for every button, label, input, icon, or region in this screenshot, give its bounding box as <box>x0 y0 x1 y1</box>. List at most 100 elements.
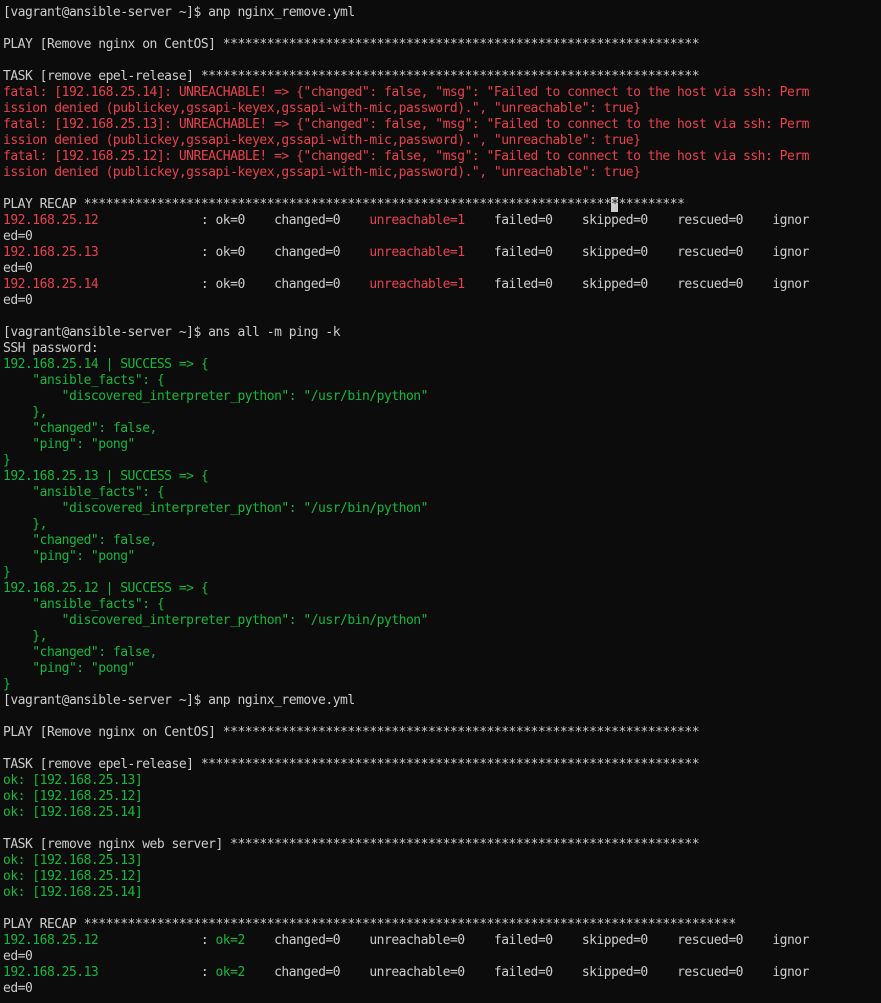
terminal-line: ed=0 <box>0 293 881 309</box>
terminal-text: ok: [192.168.25.14] <box>3 805 143 820</box>
terminal-line: ed=0 <box>0 981 881 997</box>
terminal-text: }, <box>3 517 47 532</box>
terminal-line: 192.168.25.12 : ok=0 changed=0 unreachab… <box>0 213 881 229</box>
terminal-line: "discovered_interpreter_python": "/usr/b… <box>0 501 881 517</box>
terminal-text: failed=0 skipped=0 rescued=0 ignor <box>464 277 810 292</box>
terminal-text: "discovered_interpreter_python": "/usr/b… <box>3 501 429 516</box>
terminal-text: PLAY [Remove nginx on CentOS] **********… <box>3 37 700 52</box>
terminal-text: unreachable=1 <box>369 213 465 228</box>
terminal-line: }, <box>0 629 881 645</box>
terminal-text: : <box>98 933 216 948</box>
terminal-text: TASK [remove nginx web server] *********… <box>3 837 700 852</box>
terminal-output[interactable]: [vagrant@ansible-server ~]$ anp nginx_re… <box>0 0 881 1003</box>
terminal-text: [vagrant@ansible-server ~]$ ans all -m p… <box>3 325 341 340</box>
terminal-line: 192.168.25.13 | SUCCESS => { <box>0 469 881 485</box>
terminal-text: fatal: [192.168.25.13]: UNREACHABLE! => … <box>3 117 809 132</box>
terminal-line: TASK [remove epel-release] *************… <box>0 69 881 85</box>
terminal-text: "changed": false, <box>3 645 157 660</box>
terminal-text: PLAY RECAP *****************************… <box>3 197 612 212</box>
terminal-text: ok: [192.168.25.13] <box>3 853 143 868</box>
terminal-line: ok: [192.168.25.14] <box>0 805 881 821</box>
terminal-text: "ping": "pong" <box>3 549 135 564</box>
terminal-line: fatal: [192.168.25.13]: UNREACHABLE! => … <box>0 117 881 133</box>
terminal-line: 192.168.25.14 : ok=0 changed=0 unreachab… <box>0 277 881 293</box>
terminal-text: ed=0 <box>3 949 33 964</box>
terminal-text: 192.168.25.14 | SUCCESS => { <box>3 357 209 372</box>
terminal-line: 192.168.25.12 : ok=2 changed=0 unreachab… <box>0 933 881 949</box>
terminal-text: 192.168.25.13 <box>3 245 99 260</box>
terminal-text: } <box>3 677 11 692</box>
terminal-line: "ansible_facts": { <box>0 373 881 389</box>
terminal-line: ok: [192.168.25.12] <box>0 869 881 885</box>
terminal-text: changed=0 unreachable=0 failed=0 skipped… <box>244 965 809 980</box>
terminal-line: "discovered_interpreter_python": "/usr/b… <box>0 613 881 629</box>
terminal-text: ed=0 <box>3 293 33 308</box>
terminal-line: fatal: [192.168.25.14]: UNREACHABLE! => … <box>0 85 881 101</box>
terminal-text: "ansible_facts": { <box>3 485 165 500</box>
terminal-text: ission denied (publickey,gssapi-keyex,gs… <box>3 165 641 180</box>
terminal-text: "ansible_facts": { <box>3 373 165 388</box>
terminal-text: unreachable=1 <box>369 277 465 292</box>
terminal-text: PLAY RECAP *****************************… <box>3 917 736 932</box>
terminal-line: ission denied (publickey,gssapi-keyex,gs… <box>0 165 881 181</box>
terminal-text: : ok=0 changed=0 <box>98 277 370 292</box>
terminal-line: }, <box>0 405 881 421</box>
terminal-line: "ansible_facts": { <box>0 485 881 501</box>
terminal-text: 192.168.25.13 <box>3 965 99 980</box>
terminal-line: ok: [192.168.25.14] <box>0 885 881 901</box>
terminal-text: : <box>98 965 216 980</box>
terminal-text: }, <box>3 629 47 644</box>
terminal-line: TASK [remove nginx web server] *********… <box>0 837 881 853</box>
terminal-line: ed=0 <box>0 949 881 965</box>
terminal-text: fatal: [192.168.25.12]: UNREACHABLE! => … <box>3 149 809 164</box>
terminal-line: "discovered_interpreter_python": "/usr/b… <box>0 389 881 405</box>
terminal-line: "changed": false, <box>0 645 881 661</box>
terminal-line: [vagrant@ansible-server ~]$ anp nginx_re… <box>0 693 881 709</box>
terminal-text: ok=2 <box>215 933 245 948</box>
terminal-line: } <box>0 453 881 469</box>
terminal-text: 192.168.25.12 <box>3 933 99 948</box>
terminal-text: : ok=0 changed=0 <box>98 213 370 228</box>
terminal-line: "ansible_facts": { <box>0 597 881 613</box>
terminal-text: unreachable=1 <box>369 245 465 260</box>
terminal-text: 192.168.25.14 <box>3 277 99 292</box>
terminal-text: ed=0 <box>3 261 33 276</box>
terminal-line: "changed": false, <box>0 421 881 437</box>
terminal-line: ission denied (publickey,gssapi-keyex,gs… <box>0 101 881 117</box>
terminal-text: [vagrant@ansible-server ~]$ anp nginx_re… <box>3 5 355 20</box>
terminal-text: "changed": false, <box>3 421 157 436</box>
terminal-text: } <box>3 565 11 580</box>
terminal-line: ed=0 <box>0 229 881 245</box>
terminal-text: ed=0 <box>3 981 33 996</box>
terminal-line: [vagrant@ansible-server ~]$ ans all -m p… <box>0 325 881 341</box>
terminal-text: "discovered_interpreter_python": "/usr/b… <box>3 389 429 404</box>
terminal-line: [vagrant@ansible-server ~]$ anp nginx_re… <box>0 5 881 21</box>
terminal-line: PLAY [Remove nginx on CentOS] **********… <box>0 725 881 741</box>
terminal-text: fatal: [192.168.25.14]: UNREACHABLE! => … <box>3 85 809 100</box>
terminal-text: changed=0 unreachable=0 failed=0 skipped… <box>244 933 809 948</box>
terminal-line: ok: [192.168.25.13] <box>0 773 881 789</box>
terminal-text: ission denied (publickey,gssapi-keyex,gs… <box>3 101 641 116</box>
terminal-line: ed=0 <box>0 261 881 277</box>
terminal-line: SSH password: <box>0 341 881 357</box>
terminal-line: 192.168.25.12 | SUCCESS => { <box>0 581 881 597</box>
terminal-text: } <box>3 453 11 468</box>
terminal-line: } <box>0 565 881 581</box>
terminal-line: "ping": "pong" <box>0 661 881 677</box>
terminal-text: SSH password: <box>3 341 99 356</box>
terminal-line: fatal: [192.168.25.12]: UNREACHABLE! => … <box>0 149 881 165</box>
terminal-line: 192.168.25.13 : ok=2 changed=0 unreachab… <box>0 965 881 981</box>
terminal-text: "ping": "pong" <box>3 661 135 676</box>
terminal-text: 192.168.25.12 | SUCCESS => { <box>3 581 209 596</box>
terminal-line: ok: [192.168.25.13] <box>0 853 881 869</box>
terminal-line: PLAY [Remove nginx on CentOS] **********… <box>0 37 881 53</box>
terminal-line: "changed": false, <box>0 533 881 549</box>
terminal-text: ok: [192.168.25.14] <box>3 885 143 900</box>
terminal-text: ok=2 <box>215 965 245 980</box>
